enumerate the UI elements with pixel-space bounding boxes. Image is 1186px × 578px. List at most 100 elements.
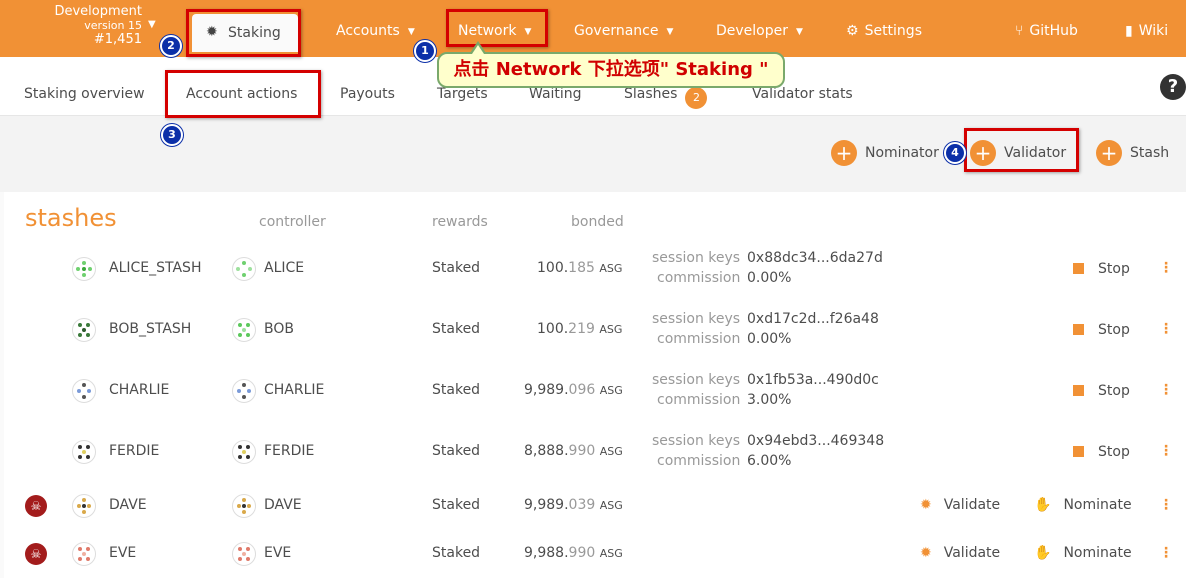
add-nominator-button[interactable]: + Nominator [831, 140, 939, 166]
rewards-status: Staked [432, 382, 481, 398]
highlight-validator [964, 128, 1079, 172]
controller-name: DAVE [264, 497, 302, 513]
commission-value: 3.00% [747, 392, 792, 408]
header-rewards: rewards [432, 214, 488, 230]
tab-payouts[interactable]: Payouts [340, 86, 395, 102]
stash-identicon[interactable] [72, 542, 96, 566]
more-menu-icon[interactable]: ⋮ [1159, 545, 1173, 561]
bonded-int: 100. [537, 321, 569, 337]
settings-icon: ⚙ [846, 23, 859, 39]
nav-governance[interactable]: Governance ▼ [574, 23, 673, 39]
rewards-status: Staked [432, 497, 481, 513]
controller-identicon[interactable] [232, 257, 256, 281]
bonded-frac: 039 [568, 497, 596, 513]
controller-identicon[interactable] [232, 542, 256, 566]
plus-icon: + [1096, 140, 1122, 166]
bonded-amount: 9,988.990 ASG [524, 545, 623, 561]
add-stash-button[interactable]: + Stash [1096, 140, 1169, 166]
controller-name: FERDIE [264, 443, 315, 459]
more-menu-icon[interactable]: ⋮ [1159, 443, 1173, 459]
unit: ASG [599, 262, 623, 275]
nominate-label: Nominate [1063, 545, 1132, 561]
commission-label: commission [657, 331, 741, 347]
bonded-int: 9,989. [524, 382, 569, 398]
stash-identicon[interactable] [72, 379, 96, 403]
stop-button[interactable]: Stop [1073, 383, 1130, 399]
validate-button[interactable]: ✹ Validate [920, 497, 1000, 513]
more-menu-icon[interactable]: ⋮ [1159, 260, 1173, 276]
validate-label: Validate [943, 545, 1001, 561]
table-row: ALICE_STASH ALICE Staked 100.185 ASG ses… [4, 238, 1186, 298]
nav-settings[interactable]: ⚙ Settings [846, 23, 922, 39]
stash-name: BOB_STASH [109, 321, 192, 337]
controller-identicon[interactable] [232, 494, 256, 518]
nominate-button[interactable]: ✋ Nominate [1034, 545, 1132, 561]
gear-icon: ✹ [920, 497, 932, 513]
tab-targets[interactable]: Targets [437, 86, 488, 102]
help-icon[interactable]: ? [1160, 74, 1186, 100]
stash-name: DAVE [109, 497, 147, 513]
plus-icon: + [831, 140, 857, 166]
stop-icon [1073, 263, 1084, 274]
tab-staking-overview[interactable]: Staking overview [24, 86, 145, 102]
table-row: FERDIE FERDIE Staked 8,888.990 ASG sessi… [4, 421, 1186, 481]
more-menu-icon[interactable]: ⋮ [1159, 321, 1173, 337]
chevron-down-icon: ▼ [796, 27, 803, 37]
nav-accounts[interactable]: Accounts ▼ [336, 23, 415, 39]
controller-identicon[interactable] [232, 440, 256, 464]
stop-button[interactable]: Stop [1073, 322, 1130, 338]
controller-identicon[interactable] [232, 318, 256, 342]
stop-icon [1073, 385, 1084, 396]
session-keys-label: session keys [652, 311, 741, 327]
stash-identicon[interactable] [72, 440, 96, 464]
controller-name: CHARLIE [264, 382, 325, 398]
nav-github[interactable]: ⑂ GitHub [1015, 23, 1078, 39]
nav-developer[interactable]: Developer ▼ [716, 23, 803, 39]
step-marker-3: 3 [161, 124, 183, 146]
controller-identicon[interactable] [232, 379, 256, 403]
validate-button[interactable]: ✹ Validate [920, 545, 1000, 561]
stop-button[interactable]: Stop [1073, 261, 1130, 277]
slashes-count-badge: 2 [685, 87, 708, 109]
stop-label: Stop [1098, 322, 1130, 338]
bonded-amount: 100.185 ASG [537, 260, 622, 276]
bonded-frac: 219 [568, 321, 595, 337]
table-row: BOB_STASH BOB Staked 100.219 ASG session… [4, 299, 1186, 359]
commission-label: commission [657, 392, 741, 408]
tab-waiting[interactable]: Waiting [529, 86, 582, 102]
commission-label: commission [657, 270, 741, 286]
session-keys-value: 0x94ebd3...469348 [747, 433, 885, 449]
stash-identicon[interactable] [72, 257, 96, 281]
nav-wiki-label: Wiki [1138, 23, 1169, 39]
stash-name: ALICE_STASH [109, 260, 202, 276]
stash-identicon[interactable] [72, 494, 96, 518]
code-branch-icon: ⑂ [1015, 23, 1024, 39]
chain-info[interactable]: Development version 15 #1,451 [30, 4, 142, 48]
commission-value: 0.00% [747, 270, 792, 286]
chevron-down-icon: ▼ [407, 27, 415, 37]
session-keys-label: session keys [652, 433, 741, 449]
nav-wiki[interactable]: ▮ Wiki [1125, 23, 1168, 39]
more-menu-icon[interactable]: ⋮ [1159, 497, 1173, 513]
stop-icon [1073, 324, 1084, 335]
nominate-button[interactable]: ✋ Nominate [1034, 497, 1132, 513]
block-number: #1,451 [93, 32, 142, 47]
stash-name: CHARLIE [109, 382, 170, 398]
chevron-down-icon[interactable]: ▼ [148, 19, 156, 30]
highlight-account-actions [165, 70, 321, 118]
commission-label: commission [657, 453, 741, 469]
tab-validator-stats[interactable]: Validator stats [752, 86, 853, 102]
step-marker-1: 1 [414, 40, 436, 62]
chain-name: Development [54, 4, 142, 19]
more-menu-icon[interactable]: ⋮ [1159, 382, 1173, 398]
bonded-int: 9,989. [524, 497, 569, 513]
skull-icon: ☠ [25, 495, 47, 517]
bonded-frac: 185 [568, 260, 595, 276]
stop-button[interactable]: Stop [1073, 444, 1130, 460]
stash-name: EVE [109, 545, 137, 561]
commission-value: 0.00% [747, 331, 792, 347]
stash-identicon[interactable] [72, 318, 96, 342]
tab-slashes[interactable]: Slashes 2 [624, 86, 708, 109]
stashes-title: stashes [25, 204, 117, 232]
bonded-frac: 990 [568, 443, 596, 459]
